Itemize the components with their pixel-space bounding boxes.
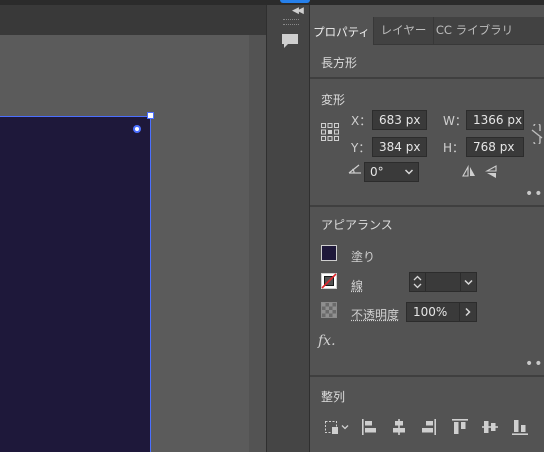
w-label: W： (443, 112, 467, 129)
active-indicator (280, 0, 310, 3)
side-dock (266, 5, 310, 452)
transform-more-icon[interactable]: ••• (525, 186, 544, 202)
flip-vertical-icon[interactable] (485, 165, 499, 179)
angle-value: 0° (370, 165, 384, 179)
chevron-down-icon (404, 163, 414, 181)
h-input[interactable]: 768 px (466, 137, 524, 157)
stroke-weight-stepper[interactable] (409, 272, 426, 292)
transform-title: 変形 (321, 91, 345, 108)
align-top-icon[interactable] (451, 418, 469, 436)
fill-label: 塗り (351, 248, 375, 265)
divider (310, 205, 544, 207)
align-horizontal-center-icon[interactable] (391, 418, 407, 436)
align-vertical-center-icon[interactable] (481, 418, 499, 436)
appearance-more-icon[interactable]: ••• (525, 356, 544, 372)
selection-type-label: 長方形 (321, 54, 357, 71)
opacity-label[interactable]: 不透明度 (351, 306, 399, 323)
appearance-title: アピアランス (321, 216, 393, 233)
align-bottom-icon[interactable] (511, 418, 529, 436)
x-input[interactable]: 683 px (372, 110, 427, 130)
constrain-proportions-icon[interactable] (530, 124, 544, 144)
fill-swatch[interactable] (321, 245, 337, 261)
canvas-top-bar (0, 5, 266, 35)
opacity-icon (321, 302, 337, 318)
reference-point-icon[interactable] (320, 122, 340, 142)
vertical-scrollbar[interactable] (249, 35, 266, 452)
collapse-panels-icon[interactable]: ◀◀ (292, 6, 302, 16)
tab-cc-libraries[interactable]: CC ライブラリ (433, 17, 515, 45)
angle-dropdown[interactable]: 0° (364, 162, 419, 182)
opacity-input[interactable]: 100% (406, 302, 460, 322)
h-label: H： (443, 139, 464, 156)
y-input[interactable]: 384 px (372, 137, 427, 157)
angle-icon (347, 162, 363, 176)
stroke-weight-input[interactable] (425, 272, 461, 292)
fx-effects-button[interactable]: fx. (318, 333, 336, 349)
y-label: Y： (351, 139, 370, 156)
live-corner-widget[interactable] (133, 125, 141, 133)
tab-properties[interactable]: プロパティ (310, 17, 373, 45)
align-right-icon[interactable] (421, 418, 437, 436)
panel-tabbar: プロパティ レイヤー CC ライブラリ (310, 17, 544, 45)
stroke-label[interactable]: 線 (351, 277, 363, 294)
tab-layers[interactable]: レイヤー (373, 17, 433, 45)
selected-rectangle[interactable] (0, 116, 151, 452)
align-to-selection-icon[interactable] (324, 418, 352, 436)
opacity-flyout-button[interactable] (459, 302, 477, 322)
comment-icon[interactable] (278, 30, 302, 52)
flip-horizontal-icon[interactable] (462, 165, 476, 179)
dock-grip[interactable] (283, 19, 299, 25)
w-input[interactable]: 1366 px (466, 110, 524, 130)
stroke-weight-dropdown[interactable] (460, 272, 477, 292)
resize-handle[interactable] (147, 112, 154, 119)
x-label: X： (351, 112, 371, 129)
divider (310, 77, 544, 79)
stroke-swatch[interactable] (321, 273, 337, 289)
align-left-icon[interactable] (361, 418, 377, 436)
divider (310, 375, 544, 377)
align-title: 整列 (321, 388, 345, 405)
